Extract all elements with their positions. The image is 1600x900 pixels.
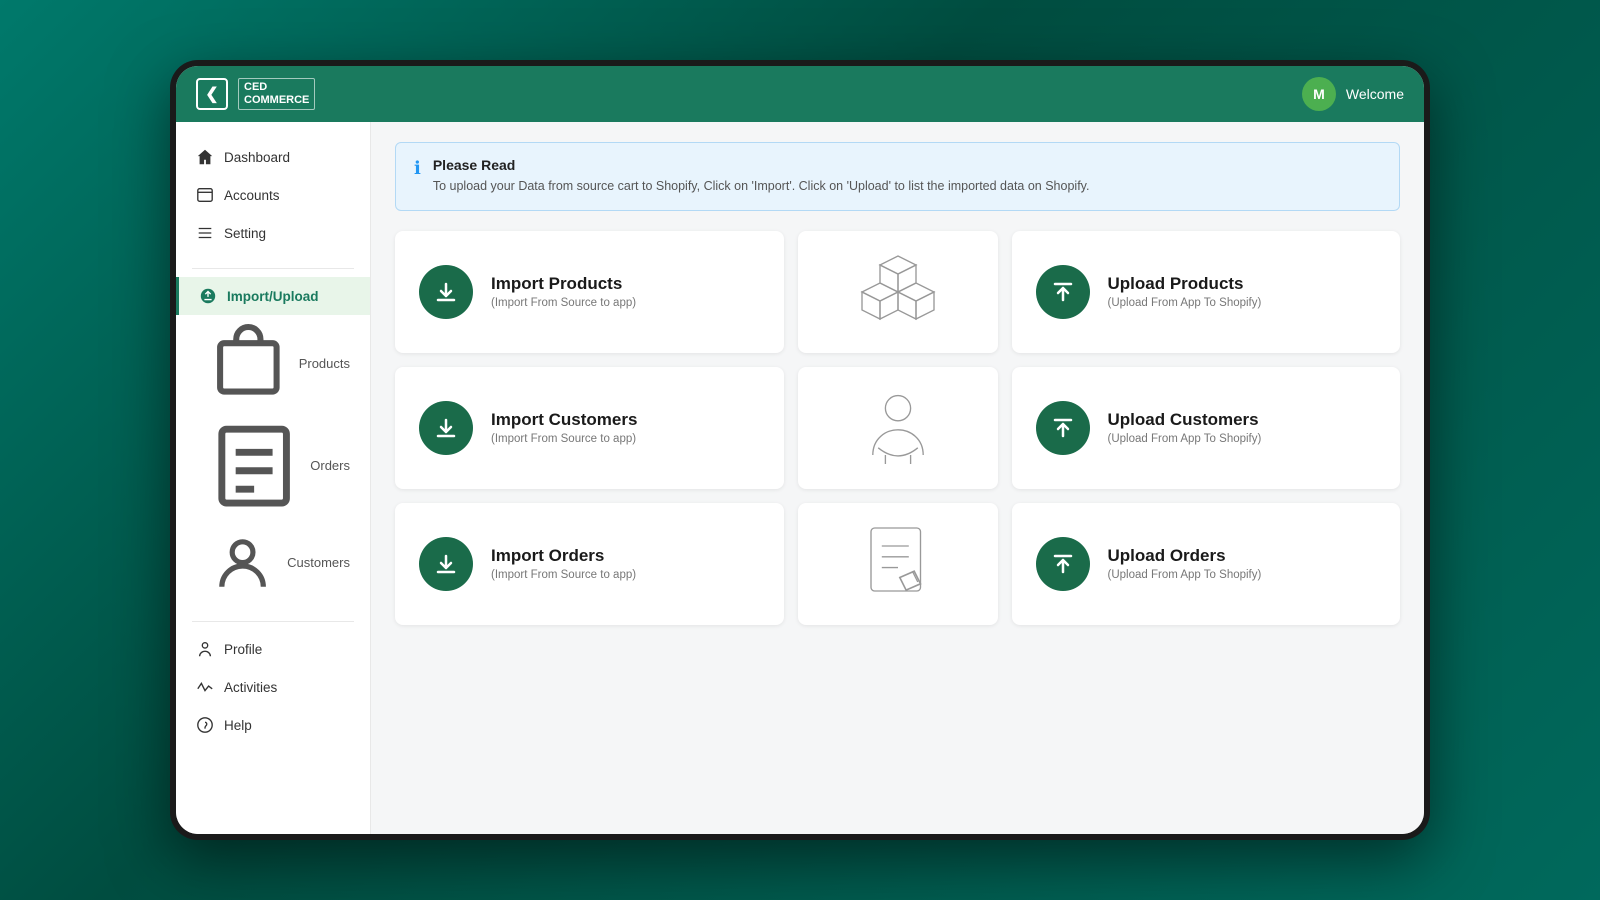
orders-icon (208, 420, 300, 512)
tablet-frame: ❮ CED COMMERCE M Welcome Dashboard (170, 60, 1430, 840)
import-customers-card[interactable]: Import Customers (Import From Source to … (395, 367, 784, 489)
upload-customers-title: Upload Customers (1108, 410, 1262, 430)
sidebar-item-activities[interactable]: Activities (176, 668, 370, 706)
logo-text: CED COMMERCE (238, 78, 315, 110)
info-circle-icon: ℹ (414, 158, 421, 179)
card-grid: Import Products (Import From Source to a… (395, 231, 1400, 625)
info-banner-desc: To upload your Data from source cart to … (433, 177, 1090, 196)
illus-customers-card (798, 367, 998, 489)
upload-icon (199, 287, 217, 305)
tablet-inner: ❮ CED COMMERCE M Welcome Dashboard (176, 66, 1424, 834)
import-products-text: Import Products (Import From Source to a… (491, 274, 636, 309)
import-orders-btn (419, 537, 473, 591)
sidebar-item-dashboard[interactable]: Dashboard (176, 138, 370, 176)
import-orders-sub: (Import From Source to app) (491, 569, 636, 581)
sidebar-label-help: Help (224, 718, 252, 733)
upload-products-text: Upload Products (Upload From App To Shop… (1108, 274, 1262, 309)
nav-divider-2 (192, 621, 354, 622)
upload-orders-text: Upload Orders (Upload From App To Shopif… (1108, 546, 1262, 581)
sidebar-item-setting[interactable]: Setting (176, 214, 370, 252)
sidebar-item-import-upload[interactable]: Import/Upload (176, 277, 370, 315)
download-icon-3 (434, 552, 458, 576)
sidebar-label-activities: Activities (224, 680, 277, 695)
sidebar-item-help[interactable]: Help (176, 706, 370, 744)
sidebar-label-dashboard: Dashboard (224, 150, 290, 165)
illus-products-card (798, 231, 998, 353)
upload-orders-sub: (Upload From App To Shopify) (1108, 569, 1262, 581)
download-icon-2 (434, 416, 458, 440)
sidebar-item-profile[interactable]: Profile (176, 630, 370, 668)
products-icon (208, 323, 289, 404)
avatar: M (1302, 77, 1336, 111)
import-orders-card[interactable]: Import Orders (Import From Source to app… (395, 503, 784, 625)
logo-chevron-icon: ❮ (196, 78, 228, 110)
body-layout: Dashboard Accounts Setting (176, 122, 1424, 834)
upload-orders-btn (1036, 537, 1090, 591)
activities-icon (196, 678, 214, 696)
illus-orders-card (798, 503, 998, 625)
nav-divider-1 (192, 268, 354, 269)
upload-customers-card[interactable]: Upload Customers (Upload From App To Sho… (1012, 367, 1401, 489)
upload-customers-btn (1036, 401, 1090, 455)
upload-arrow-icon (1051, 280, 1075, 304)
customer-icon (853, 383, 943, 473)
nav-section-3: Profile Activities Help (176, 630, 370, 744)
import-customers-title: Import Customers (491, 410, 637, 430)
import-orders-title: Import Orders (491, 546, 636, 566)
home-icon (196, 148, 214, 166)
header-right: M Welcome (1302, 77, 1404, 111)
sidebar-item-orders[interactable]: Orders (176, 412, 370, 520)
info-banner: ℹ Please Read To upload your Data from s… (395, 142, 1400, 211)
import-orders-text: Import Orders (Import From Source to app… (491, 546, 636, 581)
download-icon (434, 280, 458, 304)
import-customers-btn (419, 401, 473, 455)
upload-orders-card[interactable]: Upload Orders (Upload From App To Shopif… (1012, 503, 1401, 625)
import-customers-sub: (Import From Source to app) (491, 433, 637, 445)
help-icon (196, 716, 214, 734)
setting-icon (196, 224, 214, 242)
nav-section-2: Import/Upload Products Orders Customers (176, 277, 370, 605)
upload-orders-title: Upload Orders (1108, 546, 1262, 566)
customers-icon (208, 528, 277, 597)
sidebar-label-orders: Orders (310, 458, 350, 473)
boxes-icon (853, 247, 943, 337)
import-products-btn (419, 265, 473, 319)
upload-products-sub: (Upload From App To Shopify) (1108, 297, 1262, 309)
sidebar: Dashboard Accounts Setting (176, 122, 371, 834)
upload-arrow-icon-3 (1051, 552, 1075, 576)
orders-doc-icon (853, 519, 943, 609)
import-products-card[interactable]: Import Products (Import From Source to a… (395, 231, 784, 353)
sidebar-label-customers: Customers (287, 555, 350, 570)
sidebar-item-products[interactable]: Products (176, 315, 370, 412)
profile-icon (196, 640, 214, 658)
import-products-sub: (Import From Source to app) (491, 297, 636, 309)
info-banner-body: Please Read To upload your Data from sou… (433, 157, 1090, 196)
sidebar-label-import-upload: Import/Upload (227, 289, 319, 304)
import-products-title: Import Products (491, 274, 636, 294)
sidebar-label-accounts: Accounts (224, 188, 280, 203)
main-content: ℹ Please Read To upload your Data from s… (371, 122, 1424, 834)
upload-customers-sub: (Upload From App To Shopify) (1108, 433, 1262, 445)
upload-customers-text: Upload Customers (Upload From App To Sho… (1108, 410, 1262, 445)
nav-section-1: Dashboard Accounts Setting (176, 138, 370, 252)
sidebar-label-products: Products (299, 356, 350, 371)
sidebar-label-profile: Profile (224, 642, 262, 657)
upload-arrow-icon-2 (1051, 416, 1075, 440)
sidebar-item-accounts[interactable]: Accounts (176, 176, 370, 214)
upload-products-btn (1036, 265, 1090, 319)
header: ❮ CED COMMERCE M Welcome (176, 66, 1424, 122)
upload-products-title: Upload Products (1108, 274, 1262, 294)
logo-area: ❮ CED COMMERCE (196, 78, 315, 110)
accounts-icon (196, 186, 214, 204)
welcome-label: Welcome (1346, 86, 1404, 102)
upload-products-card[interactable]: Upload Products (Upload From App To Shop… (1012, 231, 1401, 353)
sidebar-item-customers[interactable]: Customers (176, 520, 370, 605)
sidebar-label-setting: Setting (224, 226, 266, 241)
import-customers-text: Import Customers (Import From Source to … (491, 410, 637, 445)
info-banner-title: Please Read (433, 157, 1090, 173)
